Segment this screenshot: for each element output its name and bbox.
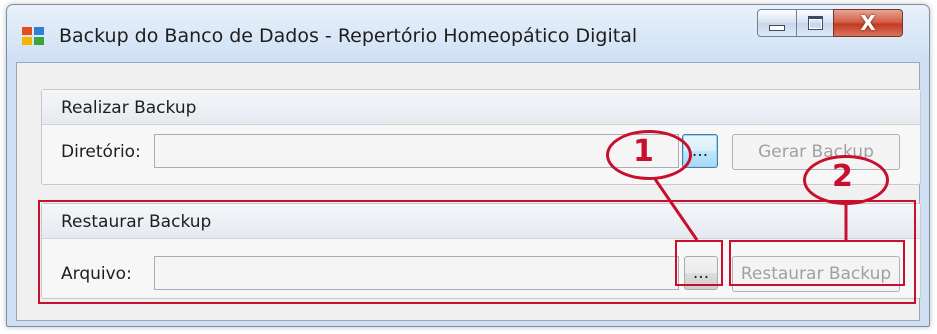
dialog-body: Realizar Backup Diretório: ... Gerar Bac… bbox=[16, 62, 921, 321]
close-button[interactable]: X bbox=[833, 9, 903, 37]
maximize-button[interactable] bbox=[796, 9, 834, 37]
maximize-icon bbox=[807, 16, 823, 30]
close-icon: X bbox=[860, 11, 876, 35]
title-bar[interactable]: Backup do Banco de Dados - Repertório Ho… bbox=[7, 5, 929, 61]
minimize-icon bbox=[769, 25, 785, 31]
restore-group: Restaurar Backup Arquivo: ... Restaurar … bbox=[41, 203, 921, 299]
file-label: Arquivo: bbox=[61, 264, 132, 284]
window-title: Backup do Banco de Dados - Repertório Ho… bbox=[59, 25, 638, 47]
directory-input[interactable] bbox=[154, 134, 679, 168]
directory-browse-button[interactable]: ... bbox=[682, 134, 718, 168]
generate-backup-button[interactable]: Gerar Backup bbox=[732, 134, 900, 170]
backup-group-header: Realizar Backup bbox=[42, 90, 920, 125]
restore-group-title: Restaurar Backup bbox=[61, 212, 212, 232]
file-browse-button[interactable]: ... bbox=[684, 256, 718, 290]
file-input[interactable] bbox=[154, 256, 679, 290]
restore-group-header: Restaurar Backup bbox=[42, 204, 920, 239]
app-window-icon bbox=[22, 27, 44, 45]
backup-group: Realizar Backup Diretório: ... Gerar Bac… bbox=[41, 89, 921, 185]
minimize-button[interactable] bbox=[757, 9, 797, 37]
dialog-window: Backup do Banco de Dados - Repertório Ho… bbox=[6, 4, 930, 327]
directory-label: Diretório: bbox=[61, 142, 141, 162]
backup-group-title: Realizar Backup bbox=[61, 98, 197, 118]
restore-backup-button[interactable]: Restaurar Backup bbox=[732, 256, 900, 292]
